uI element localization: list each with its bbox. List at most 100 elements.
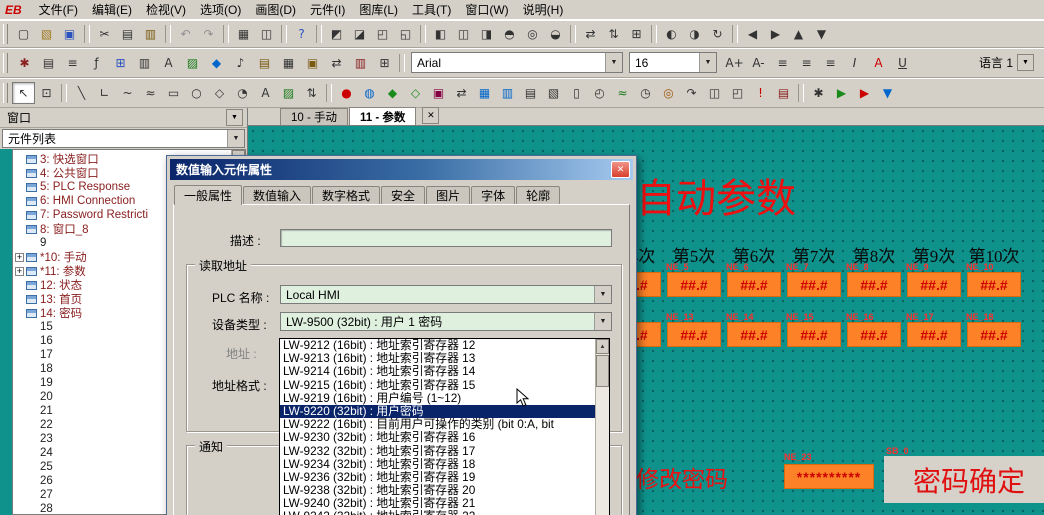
numeric-display[interactable]: ##.# xyxy=(727,272,781,297)
numeric-element[interactable]: NE_13 ##.# xyxy=(664,312,724,347)
language-select[interactable]: 语言 1 xyxy=(979,54,1034,71)
alarm-display-icon[interactable]: ! xyxy=(749,82,772,104)
dropdown-option[interactable]: LW-9238 (32bit) : 地址索引寄存器 20 xyxy=(280,484,595,497)
string-table-icon[interactable]: ▥ xyxy=(133,52,156,74)
address-tag-icon[interactable]: ⊞ xyxy=(109,52,132,74)
flip-vertical-icon[interactable]: ◑ xyxy=(683,23,706,45)
pointer-select-icon[interactable]: ↖ xyxy=(12,82,35,104)
word-lamp-icon[interactable]: ◍ xyxy=(358,82,381,104)
close-icon[interactable]: ✕ xyxy=(611,161,630,178)
element-list-icon[interactable]: ≡ xyxy=(61,52,84,74)
chevron-down-icon[interactable] xyxy=(226,109,243,126)
numeric-display[interactable]: ##.# xyxy=(727,322,781,347)
dropdown-scrollbar[interactable] xyxy=(595,339,609,515)
direct-window-icon[interactable]: ◰ xyxy=(726,82,749,104)
dialog-tab[interactable]: 一般属性 xyxy=(174,185,242,205)
dialog-titlebar[interactable]: 数值输入元件属性 ✕ xyxy=(170,159,633,180)
nudge-down-icon[interactable]: ▼ xyxy=(810,23,833,45)
numeric-element[interactable]: NE_6 ##.# xyxy=(724,262,784,297)
text-icon[interactable]: A xyxy=(254,82,277,104)
numeric-element[interactable]: NE_17 ##.# xyxy=(904,312,964,347)
print-icon[interactable]: ▦ xyxy=(232,23,255,45)
align-middle-icon[interactable]: ◎ xyxy=(521,23,544,45)
menu-item[interactable]: 选项(O) xyxy=(193,0,248,20)
chevron-down-icon[interactable] xyxy=(605,53,622,72)
group-icon[interactable]: ◩ xyxy=(325,23,348,45)
font-color-icon[interactable]: A xyxy=(867,52,890,74)
paste-icon[interactable]: ▥ xyxy=(139,23,162,45)
rotate-icon[interactable]: ↻ xyxy=(706,23,729,45)
macro-icon[interactable]: ƒ xyxy=(85,52,108,74)
numeric-element[interactable]: NE_5 ##.# xyxy=(664,262,724,297)
numeric-element[interactable]: NE_9 ##.# xyxy=(904,262,964,297)
new-project-icon[interactable]: ▢ xyxy=(12,23,35,45)
align-top-icon[interactable]: ◓ xyxy=(498,23,521,45)
recipe-icon[interactable]: ▣ xyxy=(301,52,324,74)
window-tree-icon[interactable]: ▤ xyxy=(37,52,60,74)
nudge-up-icon[interactable]: ▲ xyxy=(787,23,810,45)
numeric-display[interactable]: ##.# xyxy=(667,322,721,347)
numeric-display[interactable]: ##.# xyxy=(967,272,1021,297)
ungroup-icon[interactable]: ◪ xyxy=(348,23,371,45)
numeric-display[interactable]: ##.# xyxy=(907,322,961,347)
scrollbar-thumb[interactable] xyxy=(596,355,609,387)
font-size-select[interactable]: 16 xyxy=(629,52,717,73)
grid-snap-icon[interactable]: ⊞ xyxy=(373,52,396,74)
same-height-icon[interactable]: ⇅ xyxy=(602,23,625,45)
set-word-icon[interactable]: ◇ xyxy=(404,82,427,104)
dropdown-option[interactable]: LW-9212 (16bit) : 地址索引寄存器 12 xyxy=(280,339,595,352)
dropdown-option[interactable]: LW-9242 (32bit) : 地址索引寄存器 22 xyxy=(280,510,595,515)
event-display-icon[interactable]: ▤ xyxy=(772,82,795,104)
menu-item[interactable]: 元件(I) xyxy=(303,0,352,20)
expand-icon[interactable] xyxy=(15,253,24,262)
expand-icon[interactable] xyxy=(15,267,24,276)
bezier-icon[interactable]: ~ xyxy=(116,82,139,104)
description-input[interactable] xyxy=(280,229,612,247)
bring-to-front-icon[interactable]: ◰ xyxy=(371,23,394,45)
send-to-back-icon[interactable]: ◱ xyxy=(394,23,417,45)
dialog-tab[interactable]: 安全 xyxy=(381,186,425,204)
align-center-icon[interactable]: ◫ xyxy=(452,23,475,45)
dialog-tab[interactable]: 图片 xyxy=(426,186,470,204)
same-size-icon[interactable]: ⊞ xyxy=(625,23,648,45)
dropdown-option[interactable]: LW-9234 (32bit) : 地址索引寄存器 18 xyxy=(280,458,595,471)
font-manager-icon[interactable]: A xyxy=(157,52,180,74)
save-project-icon[interactable]: ▣ xyxy=(58,23,81,45)
align-right-icon[interactable]: ◨ xyxy=(475,23,498,45)
undo-icon[interactable]: ↶ xyxy=(174,23,197,45)
numeric-display[interactable]: ##.# xyxy=(787,272,841,297)
view-mode-select[interactable]: 元件列表 xyxy=(2,129,245,148)
online-simulate-icon[interactable]: ▶ xyxy=(853,82,876,104)
shape-library-icon[interactable]: ◆ xyxy=(205,52,228,74)
dropdown-option[interactable]: LW-9219 (16bit) : 用户编号 (1~12) xyxy=(280,392,595,405)
system-parameter-icon[interactable]: ✱ xyxy=(13,52,36,74)
redo-icon[interactable]: ↷ xyxy=(197,23,220,45)
nudge-right-icon[interactable]: ▶ xyxy=(764,23,787,45)
polygon-icon[interactable]: ◇ xyxy=(208,82,231,104)
dialog-tab[interactable]: 轮廓 xyxy=(516,186,560,204)
close-tab-button[interactable]: ✕ xyxy=(422,107,439,124)
scroll-up-icon[interactable] xyxy=(596,339,609,354)
animation-icon[interactable]: ◎ xyxy=(657,82,680,104)
same-width-icon[interactable]: ⇄ xyxy=(579,23,602,45)
password-input-element[interactable]: ********** xyxy=(784,464,874,489)
align-left-icon[interactable]: ◧ xyxy=(429,23,452,45)
menu-item[interactable]: 工具(T) xyxy=(405,0,458,20)
confirm-password-button[interactable]: 密码确定 xyxy=(884,456,1044,503)
function-key-icon[interactable]: ▣ xyxy=(427,82,450,104)
numeric-element[interactable]: NE_18 ##.# xyxy=(964,312,1024,347)
window-tab[interactable]: 11 - 参数 xyxy=(349,107,416,125)
numeric-display[interactable]: ##.# xyxy=(967,322,1021,347)
copy-icon[interactable]: ▤ xyxy=(116,23,139,45)
nudge-left-icon[interactable]: ◀ xyxy=(741,23,764,45)
numeric-display[interactable]: ##.# xyxy=(787,322,841,347)
numeric-element[interactable]: NE_14 ##.# xyxy=(724,312,784,347)
chevron-down-icon[interactable] xyxy=(699,53,716,72)
underline-icon[interactable]: U xyxy=(891,52,914,74)
dialog-tab[interactable]: 数字格式 xyxy=(312,186,380,204)
dropdown-option[interactable]: LW-9230 (32bit) : 地址索引寄存器 16 xyxy=(280,431,595,444)
chevron-down-icon[interactable] xyxy=(594,286,611,303)
menu-item[interactable]: 检视(V) xyxy=(139,0,193,20)
numeric-display[interactable]: ##.# xyxy=(667,272,721,297)
chevron-down-icon[interactable] xyxy=(227,130,244,147)
